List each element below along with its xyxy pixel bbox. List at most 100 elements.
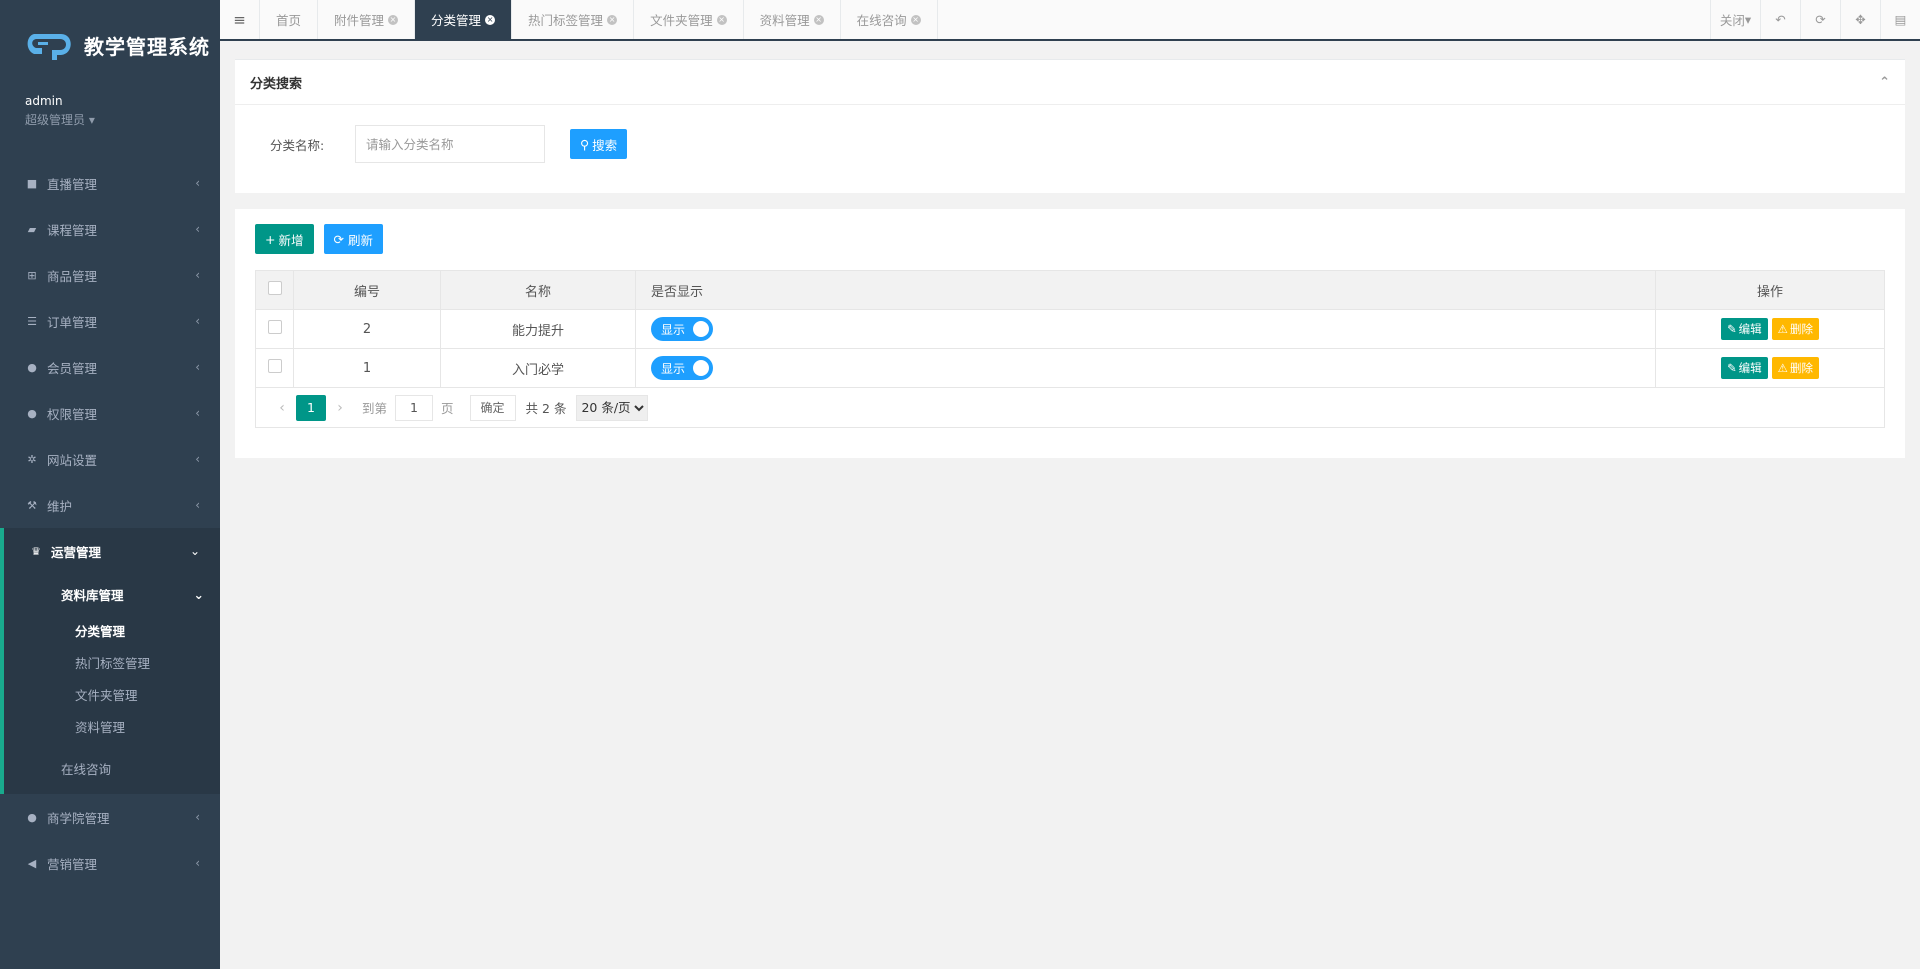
close-icon[interactable]: × (485, 14, 496, 25)
sidebar-item-marketing[interactable]: ◀ 营销管理 ‹ (0, 840, 220, 886)
topbar-actions: 关闭 ▾ ↶ ⟳ ✥ ▤ (1710, 0, 1920, 39)
prev-page-icon[interactable]: ‹ (268, 400, 296, 416)
sidebar-item-site-settings[interactable]: ✲ 网站设置 ‹ (0, 436, 220, 482)
warning-icon: ⚠ (1777, 322, 1788, 336)
tab-attachments[interactable]: 附件管理 × (318, 0, 416, 39)
sidebar-item-operations[interactable]: ♛ 运营管理 ⌄ (4, 528, 220, 574)
row-checkbox[interactable] (267, 320, 282, 334)
tab-materials[interactable]: 资料管理 × (744, 0, 841, 39)
close-icon[interactable]: × (607, 14, 618, 25)
back-button[interactable]: ↶ (1760, 0, 1800, 39)
book-icon: ▰ (27, 222, 37, 236)
current-page[interactable]: 1 (296, 394, 326, 421)
edit-button[interactable]: ✎ 编辑 (1721, 318, 1768, 340)
visible-toggle[interactable]: 显示 (651, 356, 713, 380)
page-tabs: 首页 附件管理 × 分类管理 × 热门标签管理 × 文件夹管理 × 资料管理 × 在线咨询… (260, 0, 1710, 39)
user-name[interactable]: admin (25, 94, 220, 108)
refresh-icon: ⟳ (1815, 12, 1826, 27)
sidebar-item-label: 商品管理 (47, 268, 98, 284)
sidebar-item-goods[interactable]: ⊞ 商品管理 ‹ (0, 252, 220, 298)
tab-label: 首页 (276, 13, 302, 28)
visible-toggle[interactable]: 显示 (651, 317, 713, 341)
row-visible-cell: 显示 (635, 309, 1656, 349)
tab-label: 热门标签管理 (528, 13, 604, 28)
trophy-icon: ♛ (31, 544, 41, 558)
pagination: ‹ 1 › 到第 页 确定 共 2 条 20 条/页 (255, 388, 1885, 428)
sidebar-item-live[interactable]: ■ 直播管理 ‹ (0, 160, 220, 206)
toggle-knob (693, 321, 709, 337)
tab-home[interactable]: 首页 (260, 0, 319, 39)
col-name: 名称 (440, 270, 636, 310)
goto-page-input[interactable] (395, 394, 434, 421)
sidebar: 教学管理系统 admin 超级管理员 ▾ ■ 直播管理 ‹ ▰ 课程管理 ‹ ⊞ 商品管理… (0, 0, 220, 969)
toggle-label: 显示 (661, 361, 686, 376)
refresh-button[interactable]: ⟳ 刷新 (323, 224, 383, 254)
settings-panel-button[interactable]: ▤ (1880, 0, 1920, 39)
sidebar-subitem-folders[interactable]: 文件夹管理 (4, 678, 220, 710)
close-icon[interactable]: × (716, 14, 727, 25)
add-button[interactable]: + 新增 (255, 224, 314, 254)
top-tab-bar: ≡ 首页 附件管理 × 分类管理 × 热门标签管理 × 文件夹管理 × 资料管理 × 在线… (220, 0, 1920, 41)
category-name-input[interactable] (355, 125, 545, 163)
tab-label: 资料管理 (759, 13, 810, 28)
chevron-up-icon[interactable]: ⌃ (1879, 75, 1890, 90)
tab-online[interactable]: 在线咨询 × (841, 0, 938, 39)
move-icon: ✥ (1855, 12, 1866, 27)
refresh-tab-button[interactable]: ⟳ (1800, 0, 1840, 39)
tab-category[interactable]: 分类管理 × (415, 0, 513, 39)
sidebar-menu-bottom: ● 商学院管理 ‹ ◀ 营销管理 ‹ (0, 794, 220, 886)
sidebar-item-business-school[interactable]: ● 商学院管理 ‹ (0, 794, 220, 840)
chevron-left-icon: ‹ (195, 856, 200, 870)
fullscreen-button[interactable]: ✥ (1840, 0, 1880, 39)
sidebar-item-course[interactable]: ▰ 课程管理 ‹ (0, 206, 220, 252)
sidebar-subitem-library[interactable]: 资料库管理 ⌄ (4, 574, 220, 614)
pencil-icon: ✎ (1727, 361, 1737, 375)
search-panel-header: 分类搜索 ⌃ (235, 60, 1905, 105)
chevron-left-icon: ‹ (195, 498, 200, 512)
sidebar-item-label: 权限管理 (47, 406, 98, 422)
sidebar-menu: ■ 直播管理 ‹ ▰ 课程管理 ‹ ⊞ 商品管理 ‹ ☰ 订单管理 ‹ ● 会员管理 ‹ ● 权限管理… (0, 160, 220, 528)
category-name-label: 分类名称: (270, 137, 325, 153)
sidebar-subitem-materials[interactable]: 资料管理 (4, 710, 220, 742)
sidebar-item-orders[interactable]: ☰ 订单管理 ‹ (0, 298, 220, 344)
user-role-dropdown[interactable]: 超级管理员 ▾ (25, 111, 220, 128)
sidebar-sub-list: 分类管理 热门标签管理 文件夹管理 资料管理 (4, 614, 220, 742)
sidebar-subitem-hot-tags[interactable]: 热门标签管理 (4, 646, 220, 678)
sidebar-item-label: 维护 (47, 498, 73, 514)
search-button-label: 搜索 (592, 137, 618, 153)
sidebar-item-maintenance[interactable]: ⚒ 维护 ‹ (0, 482, 220, 528)
row-checkbox[interactable] (267, 359, 282, 373)
close-icon[interactable]: × (388, 14, 399, 25)
search-panel-title: 分类搜索 (250, 76, 303, 92)
delete-button-label: 删除 (1789, 322, 1813, 336)
sidebar-item-label: 课程管理 (47, 222, 98, 238)
tab-hot-tags[interactable]: 热门标签管理 × (512, 0, 635, 39)
close-icon[interactable]: × (910, 14, 921, 25)
goto-confirm-button[interactable]: 确定 (469, 394, 516, 421)
page-size-select[interactable]: 20 条/页 (576, 394, 649, 421)
delete-button[interactable]: ⚠ 删除 (1771, 357, 1819, 379)
col-visible: 是否显示 (635, 270, 1656, 310)
sidebar-item-label: 订单管理 (47, 314, 98, 330)
hamburger-icon: ≡ (233, 10, 246, 29)
row-name: 入门必学 (440, 348, 636, 388)
select-all-checkbox[interactable] (267, 281, 282, 295)
edit-button[interactable]: ✎ 编辑 (1721, 357, 1768, 379)
close-icon[interactable]: × (813, 14, 824, 25)
sidebar-item-permissions[interactable]: ● 权限管理 ‹ (0, 390, 220, 436)
next-page-icon[interactable]: › (326, 400, 354, 416)
sidebar-subitem-category[interactable]: 分类管理 (4, 614, 220, 646)
delete-button[interactable]: ⚠ 删除 (1771, 318, 1819, 340)
caret-down-icon: ▾ (88, 113, 95, 127)
sidebar-subitem-online[interactable]: 在线咨询 (4, 742, 220, 794)
sidebar-item-members[interactable]: ● 会员管理 ‹ (0, 344, 220, 390)
plus-icon: + (265, 231, 276, 247)
menu-toggle-button[interactable]: ≡ (220, 0, 260, 39)
main-content: 分类搜索 ⌃ 分类名称: ⚲搜索 +新增 ⟳刷新 编号 名称 是否显示 操作 (220, 41, 1920, 969)
users-icon: ● (27, 406, 37, 420)
tab-folders[interactable]: 文件夹管理 × (634, 0, 744, 39)
search-button[interactable]: ⚲ 搜索 (570, 129, 628, 159)
row-select-cell (255, 348, 294, 388)
close-tabs-dropdown[interactable]: 关闭 ▾ (1710, 0, 1760, 39)
table-row: 2 能力提升 显示 ✎ 编辑 ⚠ 删除 (255, 309, 1885, 349)
